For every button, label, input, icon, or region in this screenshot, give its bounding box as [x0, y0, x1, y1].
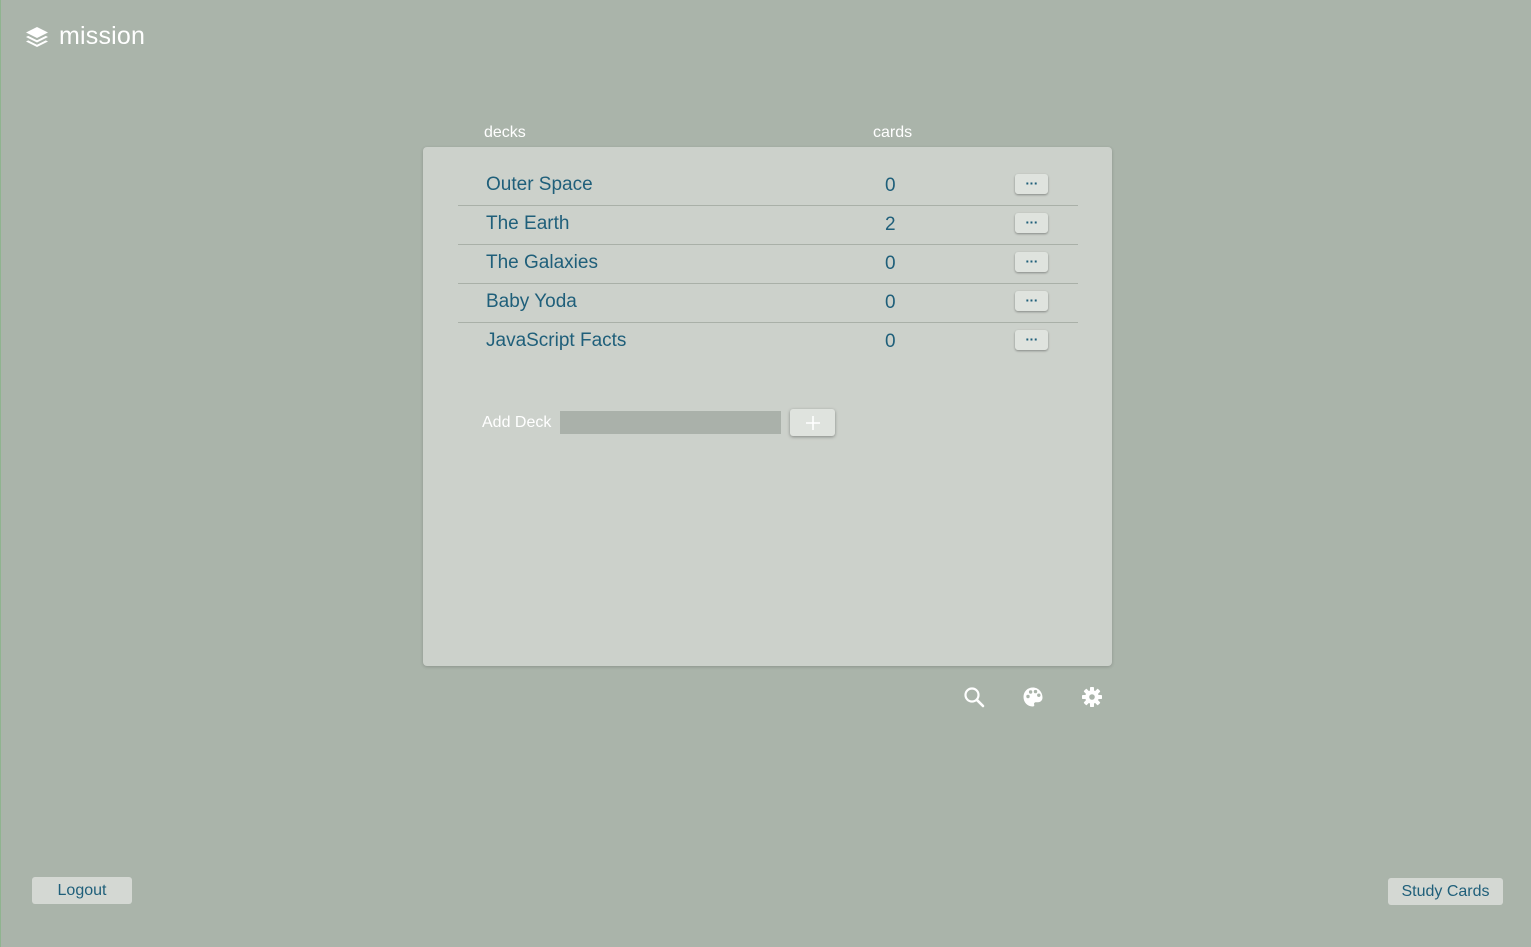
deck-options-button[interactable]: ··· — [1015, 174, 1048, 194]
deck-row: The Galaxies 0 ··· — [458, 245, 1078, 284]
decks-panel: Outer Space 0 ··· The Earth 2 ··· The Ga… — [423, 147, 1112, 666]
logout-button[interactable]: Logout — [32, 877, 132, 904]
add-deck-button[interactable] — [790, 409, 836, 436]
deck-card-count: 0 — [885, 253, 896, 274]
deck-name[interactable]: The Galaxies — [486, 252, 598, 274]
deck-card-count: 2 — [885, 214, 896, 235]
layers-icon — [25, 25, 49, 49]
deck-row: Baby Yoda 0 ··· — [458, 284, 1078, 323]
add-deck-form: Add Deck — [482, 409, 836, 436]
deck-row: Outer Space 0 ··· — [458, 167, 1078, 206]
deck-card-count: 0 — [885, 175, 896, 196]
deck-card-count: 0 — [885, 331, 896, 352]
deck-row: The Earth 2 ··· — [458, 206, 1078, 245]
add-deck-label: Add Deck — [482, 413, 552, 431]
decks-column-header: decks — [484, 124, 526, 141]
deck-row: JavaScript Facts 0 ··· — [458, 323, 1078, 362]
study-cards-button[interactable]: Study Cards — [1388, 878, 1503, 905]
search-icon[interactable] — [963, 686, 985, 708]
brand[interactable]: mission — [25, 22, 145, 51]
add-deck-input[interactable] — [560, 411, 782, 434]
deck-name[interactable]: Outer Space — [486, 174, 593, 196]
app-name: mission — [59, 22, 146, 50]
toolbar — [963, 686, 1103, 708]
palette-icon[interactable] — [1022, 686, 1044, 708]
cards-column-header: cards — [873, 124, 913, 141]
deck-options-button[interactable]: ··· — [1015, 291, 1048, 311]
deck-list: Outer Space 0 ··· The Earth 2 ··· The Ga… — [458, 167, 1078, 362]
deck-options-button[interactable]: ··· — [1015, 252, 1048, 272]
gear-icon[interactable] — [1081, 686, 1103, 708]
deck-options-button[interactable]: ··· — [1015, 330, 1048, 350]
deck-name[interactable]: The Earth — [486, 213, 569, 235]
deck-card-count: 0 — [885, 292, 896, 313]
deck-options-button[interactable]: ··· — [1015, 213, 1048, 233]
deck-name[interactable]: JavaScript Facts — [486, 330, 626, 352]
plus-icon — [805, 415, 821, 431]
deck-name[interactable]: Baby Yoda — [486, 291, 577, 313]
